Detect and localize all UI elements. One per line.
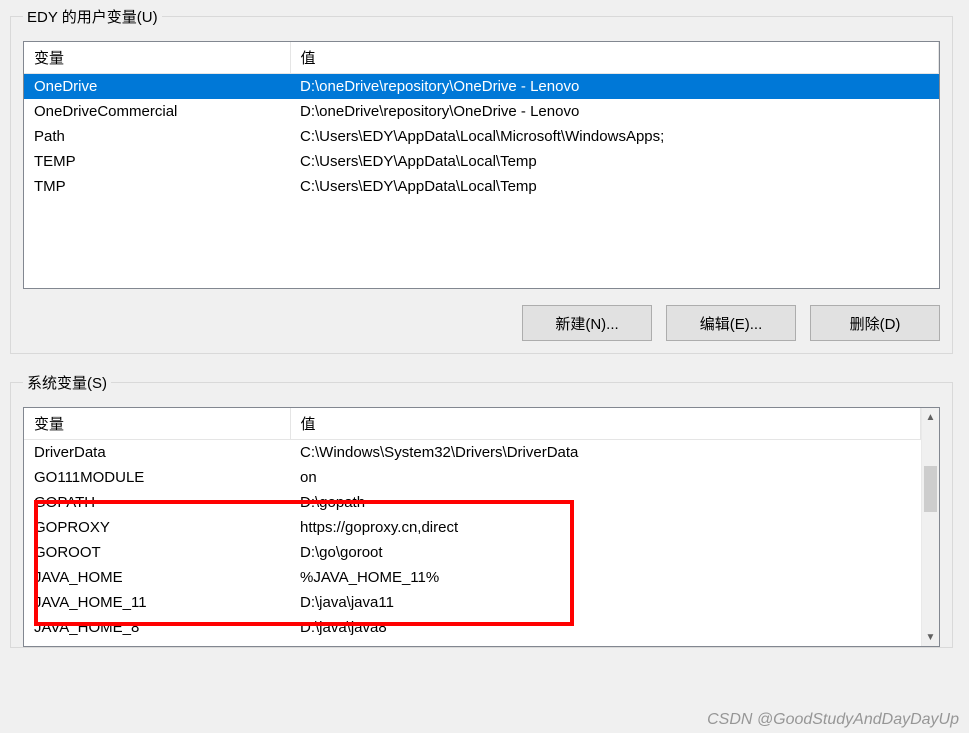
table-header-row: 变量 值 — [24, 408, 921, 440]
cell-variable: JAVA_HOME_8 — [24, 615, 290, 640]
cell-variable: TMP — [24, 174, 290, 199]
system-variables-table-container: 变量 值 DriverData C:\Windows\System32\Driv… — [23, 407, 940, 647]
table-header-row: 变量 值 — [24, 42, 939, 74]
cell-value: C:\Windows\System32\Drivers\DriverData — [290, 440, 921, 466]
cell-variable: GOPATH — [24, 490, 290, 515]
col-header-variable[interactable]: 变量 — [24, 42, 290, 74]
table-row[interactable]: Path C:\Users\EDY\AppData\Local\Microsof… — [24, 124, 939, 149]
system-variables-legend: 系统变量(S) — [23, 372, 111, 393]
scroll-up-icon[interactable]: ▲ — [922, 408, 939, 426]
cell-variable: GOROOT — [24, 540, 290, 565]
table-row[interactable]: GOROOT D:\go\goroot — [24, 540, 921, 565]
new-button[interactable]: 新建(N)... — [522, 305, 652, 341]
cell-value: https://goproxy.cn,direct — [290, 515, 921, 540]
cell-variable: OneDriveCommercial — [24, 99, 290, 124]
col-header-value[interactable]: 值 — [290, 408, 921, 440]
edit-button[interactable]: 编辑(E)... — [666, 305, 796, 341]
scroll-down-icon[interactable]: ▼ — [922, 628, 939, 646]
table-row[interactable]: JAVA_HOME_8 D:\java\java8 — [24, 615, 921, 640]
cell-variable: JAVA_HOME_11 — [24, 590, 290, 615]
table-row[interactable]: JAVA_HOME_11 D:\java\java11 — [24, 590, 921, 615]
scrollbar[interactable]: ▲ ▼ — [921, 408, 939, 646]
table-row[interactable]: TEMP C:\Users\EDY\AppData\Local\Temp — [24, 149, 939, 174]
table-row[interactable]: JAVA_HOME %JAVA_HOME_11% — [24, 565, 921, 590]
cell-variable: JAVA_HOME — [24, 565, 290, 590]
cell-value: D:\java\java11 — [290, 590, 921, 615]
system-variables-table[interactable]: 变量 值 DriverData C:\Windows\System32\Driv… — [24, 408, 921, 640]
table-row[interactable]: DriverData C:\Windows\System32\Drivers\D… — [24, 440, 921, 466]
cell-value: C:\Users\EDY\AppData\Local\Microsoft\Win… — [290, 124, 939, 149]
cell-value: C:\Users\EDY\AppData\Local\Temp — [290, 149, 939, 174]
cell-value: D:\go\goroot — [290, 540, 921, 565]
user-variables-legend: EDY 的用户变量(U) — [23, 6, 162, 27]
user-variables-group: EDY 的用户变量(U) 变量 值 OneDrive D:\oneDrive\r… — [10, 6, 953, 354]
table-row[interactable]: TMP C:\Users\EDY\AppData\Local\Temp — [24, 174, 939, 199]
cell-variable: OneDrive — [24, 74, 290, 100]
cell-variable: DriverData — [24, 440, 290, 466]
user-buttons-row: 新建(N)... 编辑(E)... 删除(D) — [23, 305, 940, 341]
scroll-thumb[interactable] — [924, 466, 937, 512]
table-row[interactable]: GOPATH D:\gopath — [24, 490, 921, 515]
col-header-value[interactable]: 值 — [290, 42, 939, 74]
cell-value: C:\Users\EDY\AppData\Local\Temp — [290, 174, 939, 199]
table-row[interactable]: GO111MODULE on — [24, 465, 921, 490]
system-variables-group: 系统变量(S) 变量 值 DriverData C:\Windows\Syste… — [10, 372, 953, 648]
cell-value: D:\oneDrive\repository\OneDrive - Lenovo — [290, 74, 939, 100]
table-row[interactable]: OneDriveCommercial D:\oneDrive\repositor… — [24, 99, 939, 124]
user-variables-table[interactable]: 变量 值 OneDrive D:\oneDrive\repository\One… — [24, 42, 939, 199]
table-row[interactable]: GOPROXY https://goproxy.cn,direct — [24, 515, 921, 540]
cell-variable: GOPROXY — [24, 515, 290, 540]
cell-value: %JAVA_HOME_11% — [290, 565, 921, 590]
cell-value: D:\java\java8 — [290, 615, 921, 640]
cell-variable: GO111MODULE — [24, 465, 290, 490]
cell-variable: Path — [24, 124, 290, 149]
cell-variable: TEMP — [24, 149, 290, 174]
watermark-text: CSDN @GoodStudyAndDayDayUp — [707, 711, 959, 729]
cell-value: D:\oneDrive\repository\OneDrive - Lenovo — [290, 99, 939, 124]
cell-value: D:\gopath — [290, 490, 921, 515]
col-header-variable[interactable]: 变量 — [24, 408, 290, 440]
table-row[interactable]: OneDrive D:\oneDrive\repository\OneDrive… — [24, 74, 939, 100]
user-variables-table-container: 变量 值 OneDrive D:\oneDrive\repository\One… — [23, 41, 940, 289]
cell-value: on — [290, 465, 921, 490]
delete-button[interactable]: 删除(D) — [810, 305, 940, 341]
